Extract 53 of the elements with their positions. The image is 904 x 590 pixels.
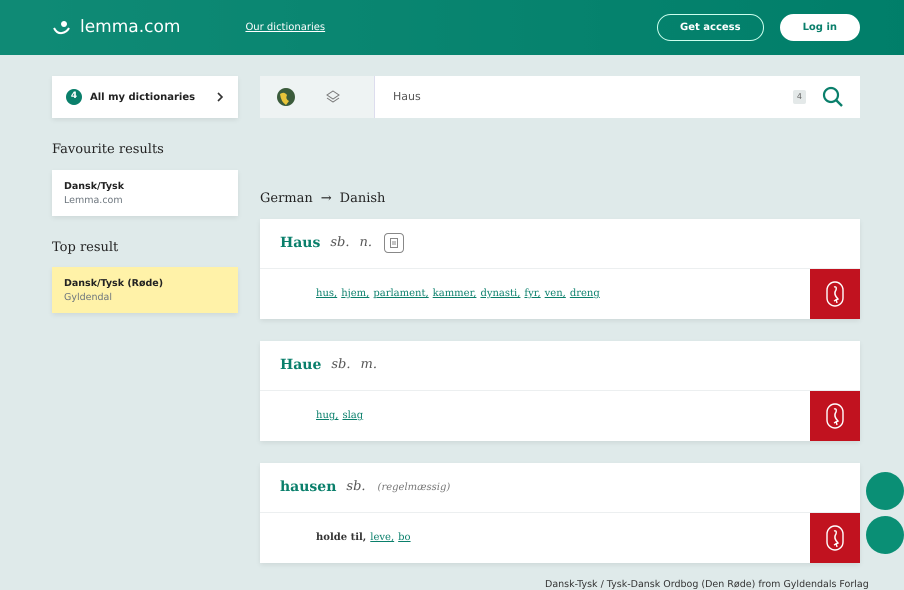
- count-badge: 4: [66, 89, 82, 105]
- result-item[interactable]: Dansk/Tysk (Røde) Gyldendal: [52, 267, 238, 313]
- source-language: German: [260, 190, 313, 208]
- gender: m.: [360, 356, 377, 374]
- globe-icon[interactable]: [276, 87, 296, 107]
- publisher-logo[interactable]: [810, 390, 860, 440]
- translation-text: holde til,: [316, 532, 366, 543]
- result-item[interactable]: Dansk/Tysk Lemma.com: [52, 170, 238, 216]
- translation-link[interactable]: ven,: [544, 288, 566, 299]
- gender: n.: [360, 234, 372, 252]
- dictionaries-selector[interactable]: 4 All my dictionaries: [52, 76, 238, 118]
- translation-link[interactable]: hjem,: [341, 288, 370, 299]
- source-credit: Dansk-Tysk / Tysk-Dansk Ordbog (Den Røde) from Gyldendals Forlag: [545, 578, 869, 590]
- logo[interactable]: lemma.com: [80, 14, 180, 40]
- part-of-speech: sb.: [346, 478, 366, 496]
- part-of-speech: sb.: [331, 356, 351, 374]
- publisher-logo[interactable]: [810, 268, 860, 318]
- translation-link[interactable]: kammer,: [432, 288, 476, 299]
- round-action-button[interactable]: [866, 516, 904, 554]
- headword: Haus: [280, 234, 320, 252]
- usage-note: (regelmæssig): [378, 480, 450, 494]
- layers-icon[interactable]: [326, 90, 340, 104]
- translation-link[interactable]: slag: [342, 410, 364, 421]
- dictionary-source: Gyldendal: [64, 291, 114, 306]
- translation-link[interactable]: dynasti,: [480, 288, 520, 299]
- dictionary-name: Dansk/Tysk: [64, 180, 126, 194]
- dictionary-name: Dansk/Tysk (Røde): [64, 277, 164, 291]
- chevron-right-icon: [217, 90, 224, 104]
- translation-link[interactable]: bo: [398, 532, 411, 543]
- target-language: Danish: [340, 190, 386, 208]
- logo-icon: [52, 20, 72, 36]
- access-button[interactable]: Get access: [657, 14, 764, 41]
- translation-link[interactable]: hug,: [316, 410, 338, 421]
- arrow-icon: →: [320, 189, 332, 208]
- translation-link[interactable]: parlament,: [373, 288, 429, 299]
- nav-link[interactable]: Our dictionaries: [245, 20, 326, 35]
- document-icon[interactable]: [384, 233, 404, 253]
- section-title: Favourite results: [52, 141, 165, 159]
- translation-link[interactable]: dreng: [570, 288, 600, 299]
- translation-link[interactable]: fyr,: [524, 288, 541, 299]
- selector-label: All my dictionaries: [90, 90, 196, 104]
- translation-link[interactable]: leve,: [370, 532, 394, 543]
- headword: Haue: [280, 356, 322, 374]
- section-title: Top result: [52, 238, 120, 256]
- dictionary-source: Lemma.com: [64, 194, 124, 208]
- publisher-logo[interactable]: [810, 512, 860, 562]
- translation-link[interactable]: hus,: [316, 288, 338, 299]
- key-hint: 4: [792, 90, 806, 104]
- login-button[interactable]: Log in: [780, 14, 860, 41]
- part-of-speech: sb.: [330, 234, 350, 252]
- round-action-button[interactable]: [866, 472, 904, 510]
- headword: hausen: [280, 478, 336, 496]
- search-icon[interactable]: [822, 86, 844, 108]
